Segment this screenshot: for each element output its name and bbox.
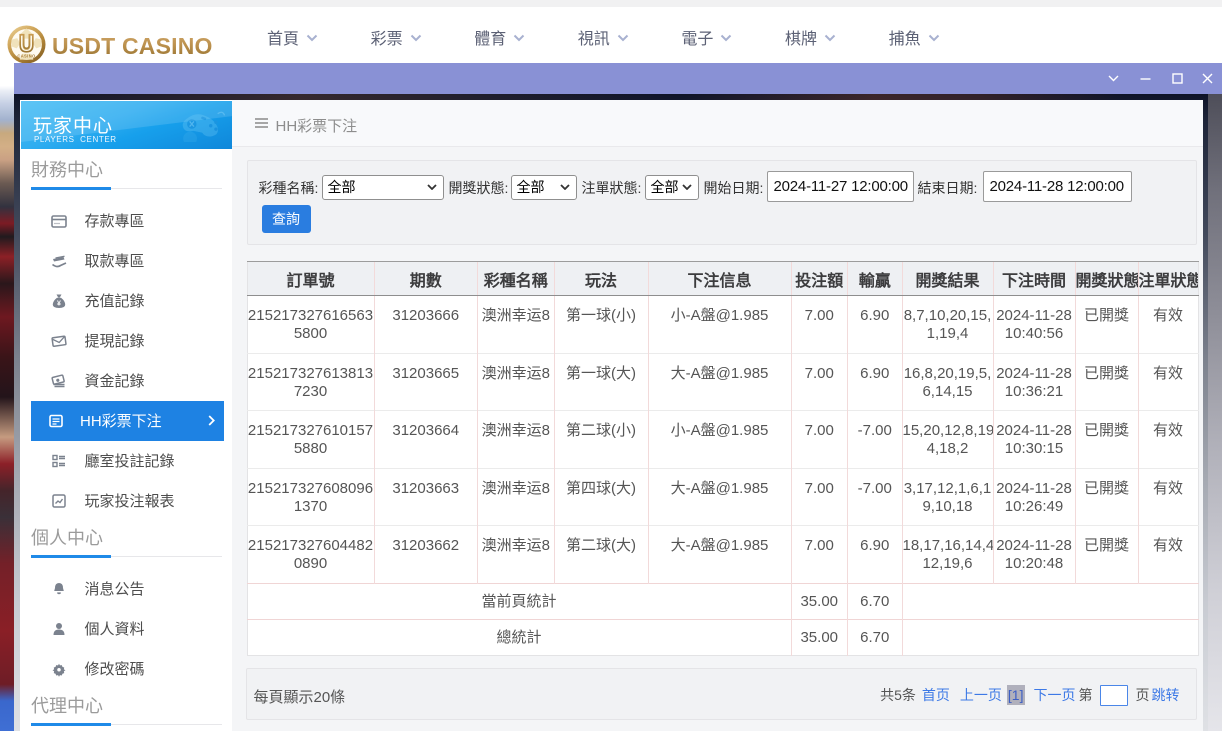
svg-text:¥: ¥ [57,300,61,307]
